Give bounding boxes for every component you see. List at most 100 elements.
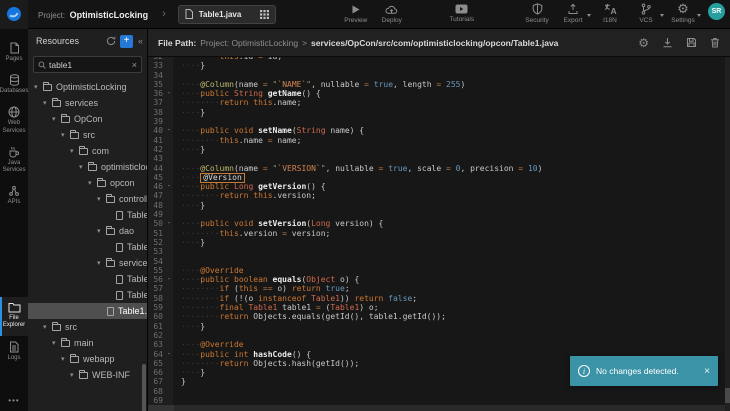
file-icon	[107, 307, 114, 316]
folder-icon	[52, 324, 61, 331]
tree-item-main[interactable]: ▾main	[28, 335, 147, 351]
chevron-down-icon[interactable]: ▾	[70, 371, 79, 379]
line-number: 47	[148, 191, 165, 200]
chevron-down-icon[interactable]: ▾	[97, 227, 106, 235]
chevron-down-icon[interactable]: ▾	[97, 259, 106, 267]
editor-settings-icon[interactable]: ⚙	[638, 37, 649, 49]
export-button[interactable]: Export	[555, 3, 591, 24]
search-input[interactable]	[49, 60, 129, 70]
tree-item-webapp[interactable]: ▾webapp	[28, 351, 147, 367]
trash-icon[interactable]	[710, 37, 720, 48]
sidebar-item-apis[interactable]: APIs	[0, 180, 28, 212]
chevron-down-icon[interactable]: ▾	[70, 147, 79, 155]
clear-search-icon[interactable]: ×	[132, 60, 137, 70]
code-line: 40-····public void setName(String name) …	[148, 126, 730, 135]
tree-item-service[interactable]: ▾service	[28, 255, 147, 271]
code-line: 45····@Version	[148, 173, 730, 182]
fold-marker[interactable]: -	[165, 182, 173, 191]
fold-marker[interactable]: -	[165, 126, 173, 135]
editor-vertical-scrollbar[interactable]	[725, 57, 730, 411]
chevron-down-icon[interactable]: ▾	[43, 99, 52, 107]
tutorials-button[interactable]: Tutorials	[444, 4, 480, 23]
tree-item-optimisticlocking[interactable]: ▾optimisticlocking	[28, 159, 147, 175]
export-chevron-down-icon[interactable]	[587, 14, 591, 17]
chevron-down-icon[interactable]: ▾	[61, 355, 70, 363]
git-branch-icon	[640, 3, 652, 15]
gutter-spacer	[165, 191, 173, 200]
code-editor[interactable]: 32········this.id = id;33····}3435····@C…	[148, 57, 730, 405]
translate-icon: A	[604, 3, 617, 15]
editor-horizontal-scrollbar[interactable]	[148, 405, 725, 411]
fold-marker[interactable]: -	[165, 89, 173, 98]
tree-item-opcon[interactable]: ▾OpCon	[28, 111, 147, 127]
add-resource-button[interactable]: +	[120, 35, 133, 48]
tree-item-table1serviceimpl-java[interactable]: Table1ServiceImpl.java	[28, 287, 147, 303]
tree-item-src[interactable]: ▾src	[28, 127, 147, 143]
gutter-spacer	[165, 201, 173, 210]
sidebar-item-web-services[interactable]: Web Services	[0, 101, 28, 140]
resources-header: Resources + «	[28, 29, 147, 53]
tree-item-src[interactable]: ▾src	[28, 319, 147, 335]
vcs-button[interactable]: VCS	[628, 3, 664, 24]
gutter-spacer	[165, 136, 173, 145]
scrollbar-corner	[148, 405, 174, 411]
i18n-button[interactable]: A I18N	[592, 3, 628, 24]
sidebar-item-logs[interactable]: Logs	[0, 336, 28, 368]
chevron-down-icon[interactable]: ▾	[88, 179, 97, 187]
fold-marker[interactable]: -	[165, 275, 173, 284]
grid-icon[interactable]	[260, 10, 269, 19]
code-line: 37········return this.name;	[148, 98, 730, 107]
sidebar-item-pages[interactable]: Pages	[0, 37, 28, 69]
sidebar-item-java-services[interactable]: Java Services	[0, 141, 28, 180]
chevron-down-icon[interactable]: ▾	[52, 115, 61, 123]
toast-close-icon[interactable]: ×	[704, 366, 710, 377]
fold-marker[interactable]: -	[165, 219, 173, 228]
tree-item-web-inf[interactable]: ▾WEB-INF	[28, 367, 147, 383]
code-line: 55····@Override	[148, 266, 730, 275]
app-logo[interactable]	[0, 0, 28, 29]
tree-item-dao[interactable]: ▾dao	[28, 223, 147, 239]
sidebar-more-button[interactable]: •••	[0, 396, 28, 411]
tree-item-com[interactable]: ▾com	[28, 143, 147, 159]
line-number: 61	[148, 322, 165, 331]
chevron-down-icon[interactable]: ▾	[61, 131, 70, 139]
chevron-down-icon[interactable]: ▾	[34, 83, 43, 91]
tree-item-opcon[interactable]: ▾opcon	[28, 175, 147, 191]
tree-item-optimisticlocking[interactable]: ▾OptimisticLocking	[28, 79, 147, 95]
preview-button[interactable]: Preview	[338, 4, 374, 24]
tab-table1-java[interactable]: Table1.java	[178, 5, 276, 24]
gutter-spacer	[165, 303, 173, 312]
tree-item-table1service-java[interactable]: Table1Service.java	[28, 271, 147, 287]
scrollbar-thumb[interactable]	[725, 388, 730, 403]
tree-item-table1dao-java[interactable]: Table1Dao.java	[28, 239, 147, 255]
tree-item-table1controller-java[interactable]: Table1Controller.java	[28, 207, 147, 223]
settings-button[interactable]: ⚙ Settings	[665, 3, 701, 24]
settings-chevron-down-icon[interactable]	[697, 14, 701, 17]
avatar[interactable]: SR	[708, 3, 725, 20]
code-line: 47········return this.version;	[148, 191, 730, 200]
toast-notification: i No changes detected. ×	[570, 356, 718, 386]
chevron-down-icon[interactable]: ▾	[43, 323, 52, 331]
line-number: 50	[148, 219, 165, 228]
tree-item-services[interactable]: ▾services	[28, 95, 147, 111]
code-line: 60········return Objects.equals(getId(),…	[148, 312, 730, 321]
refresh-icon[interactable]	[106, 36, 116, 46]
tree-item-table1-java[interactable]: Table1.java	[28, 303, 147, 319]
vcs-chevron-down-icon[interactable]	[660, 14, 664, 17]
chevron-down-icon[interactable]: ▾	[52, 339, 61, 347]
line-number: 46	[148, 182, 165, 191]
deploy-button[interactable]: Deploy	[374, 4, 410, 24]
download-icon[interactable]	[662, 37, 673, 48]
chevron-down-icon[interactable]: ▾	[97, 195, 106, 203]
save-icon[interactable]	[686, 37, 697, 48]
resources-scrollbar[interactable]	[142, 364, 146, 411]
gutter-spacer	[165, 154, 173, 163]
tree-item-controller[interactable]: ▾controller	[28, 191, 147, 207]
fold-marker[interactable]: -	[165, 350, 173, 359]
security-button[interactable]: Security	[519, 3, 555, 24]
sidebar-item-databases[interactable]: Databases	[0, 69, 28, 101]
chevron-down-icon[interactable]: ▾	[79, 163, 88, 171]
gutter-spacer	[165, 294, 173, 303]
collapse-panel-icon[interactable]: «	[137, 36, 144, 46]
sidebar-item-file-explorer[interactable]: File Explorer	[0, 297, 28, 335]
